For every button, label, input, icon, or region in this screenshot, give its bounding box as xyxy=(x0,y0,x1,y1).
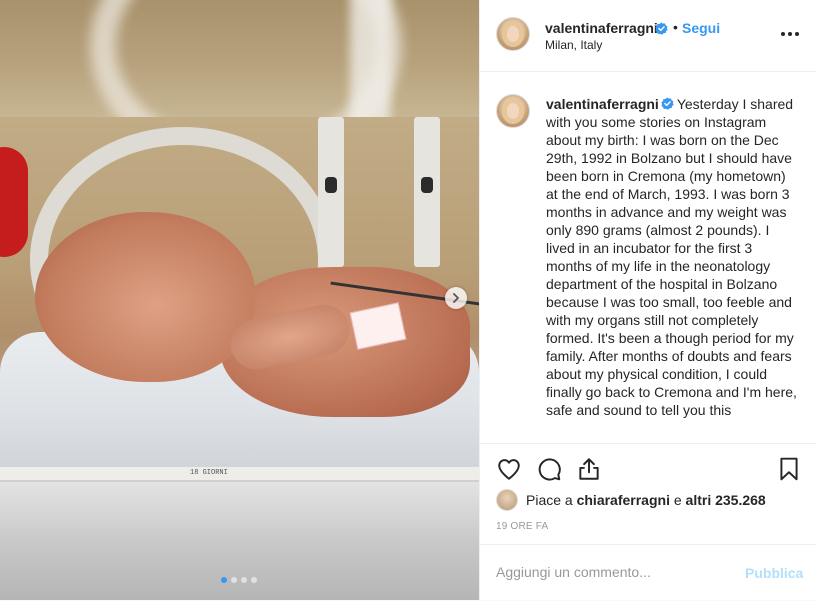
comment-icon[interactable] xyxy=(536,456,562,482)
liker-username[interactable]: chiaraferragni xyxy=(577,492,670,508)
verified-badge-icon xyxy=(661,97,674,110)
carousel-next-button[interactable] xyxy=(445,287,467,309)
post-details-panel: valentinaferragni • Segui Milan, Italy v… xyxy=(479,0,816,600)
likes-count-link[interactable]: altri 235.268 xyxy=(686,492,766,508)
carousel-dot xyxy=(241,577,247,583)
caption: valentinaferragni Yesterday I shared with… xyxy=(546,95,798,419)
baby-head xyxy=(35,212,255,382)
instagram-post-modal: 18 GIORNI valentinaferragni • Segui Mila… xyxy=(0,0,816,600)
avatar[interactable] xyxy=(496,94,530,128)
share-icon[interactable] xyxy=(576,456,602,482)
username-link[interactable]: valentinaferragni xyxy=(545,20,658,36)
caption-username[interactable]: valentinaferragni xyxy=(546,96,659,112)
carousel-dot xyxy=(231,577,237,583)
carousel-dot xyxy=(221,577,227,583)
comment-input[interactable] xyxy=(496,564,736,580)
caption-text: Yesterday I shared with you some stories… xyxy=(546,96,797,418)
photo-strip-text: 18 GIORNI xyxy=(190,469,228,477)
likes-middle: e xyxy=(673,492,682,508)
carousel-dot xyxy=(251,577,257,583)
liker-avatar[interactable] xyxy=(496,489,518,511)
likes-summary: Piace a chiaraferragni e altri 235.268 xyxy=(496,489,766,511)
separator-dot: • xyxy=(673,19,678,35)
carousel-indicator xyxy=(221,577,257,583)
photo-border-strip xyxy=(0,467,479,480)
post-header: valentinaferragni • Segui Milan, Italy xyxy=(480,0,816,72)
incubator-knob xyxy=(421,177,433,193)
photo-background-top xyxy=(0,0,479,172)
post-timestamp[interactable]: 19 ORE FA xyxy=(496,521,548,532)
comment-form: Pubblica xyxy=(480,544,816,601)
incubator-knob xyxy=(325,177,337,193)
location-link[interactable]: Milan, Italy xyxy=(545,38,602,52)
follow-button[interactable]: Segui xyxy=(682,20,720,36)
avatar[interactable] xyxy=(496,17,530,51)
heart-icon[interactable] xyxy=(496,456,522,482)
verified-badge-icon xyxy=(655,22,668,35)
post-media[interactable]: 18 GIORNI xyxy=(0,0,479,600)
post-photo xyxy=(0,117,479,482)
more-options-icon[interactable] xyxy=(780,24,800,44)
red-toy xyxy=(0,147,28,257)
caption-section: valentinaferragni Yesterday I shared with… xyxy=(480,72,816,442)
likes-prefix: Piace a xyxy=(526,492,573,508)
chevron-right-icon xyxy=(453,293,459,303)
bookmark-icon[interactable] xyxy=(776,456,802,482)
publish-button[interactable]: Pubblica xyxy=(745,565,803,581)
